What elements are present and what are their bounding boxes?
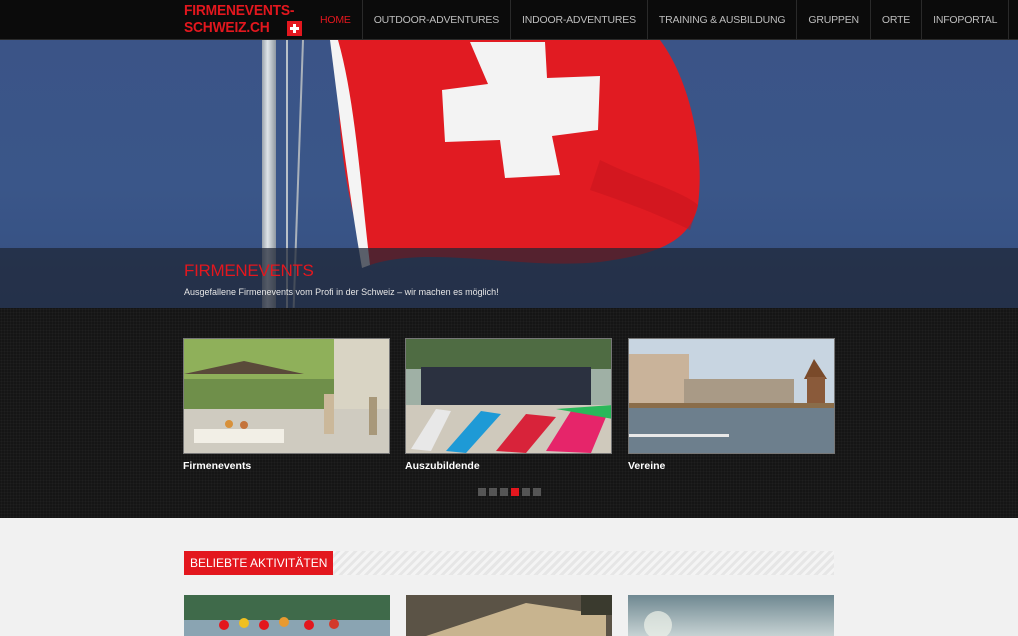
nav-item-indoor-adventures[interactable]: Indoor-Adventures (511, 0, 648, 40)
slider-card-label[interactable]: Auszubildende (405, 460, 612, 472)
firmenevents-photo[interactable] (183, 338, 390, 454)
slider-card-vereine[interactable]: Vereine (628, 338, 835, 472)
slider-card-label[interactable]: Vereine (628, 460, 835, 472)
auszubildende-photo[interactable] (405, 338, 612, 454)
main-menu: Home Outdoor-Adventures Indoor-Adventure… (309, 0, 1010, 40)
popular-activities-section: Beliebte Aktivitäten (0, 518, 1018, 636)
hero-caption: FIRMENEVENTS Ausgefallene Firmenevents v… (0, 248, 1018, 308)
logo-line-1: FIRMENEVENTS- (184, 2, 295, 19)
slider-pagination (478, 488, 541, 496)
nav-item-home[interactable]: Home (309, 0, 363, 40)
swiss-flag-icon (287, 21, 302, 36)
slider-card-auszubildende[interactable]: Auszubildende (405, 338, 612, 472)
slider-dot-1[interactable] (478, 488, 486, 496)
activity-thumbnail-raft-building[interactable] (406, 595, 612, 636)
slider-dot-5[interactable] (522, 488, 530, 496)
site-logo[interactable]: FIRMENEVENTS- SCHWEIZ.CH (184, 2, 306, 38)
top-navigation-bar: FIRMENEVENTS- SCHWEIZ.CH Home Outdoor-Ad… (0, 0, 1018, 40)
category-slider: Firmenevents Auszubildende Vereine (0, 308, 1018, 518)
slider-card-label[interactable]: Firmenevents (183, 460, 390, 472)
activity-thumbnail-rafting[interactable] (184, 595, 390, 636)
section-heading: Beliebte Aktivitäten (184, 551, 334, 575)
section-heading-bar: Beliebte Aktivitäten (184, 551, 834, 575)
activity-thumbnail-lake[interactable] (628, 595, 834, 636)
nav-item-orte[interactable]: Orte (871, 0, 923, 40)
slider-dot-4-active[interactable] (511, 488, 519, 496)
nav-item-infoportal[interactable]: Infoportal (922, 0, 1010, 40)
hero-subtitle: Ausgefallene Firmenevents vom Profi in d… (184, 287, 499, 297)
slider-dot-2[interactable] (489, 488, 497, 496)
slider-card-firmenevents[interactable]: Firmenevents (183, 338, 390, 472)
slider-dot-6[interactable] (533, 488, 541, 496)
hero-banner: FIRMENEVENTS Ausgefallene Firmenevents v… (0, 40, 1018, 308)
vereine-photo[interactable] (628, 338, 835, 454)
nav-item-outdoor-adventures[interactable]: Outdoor-Adventures (363, 0, 512, 40)
slider-dot-3[interactable] (500, 488, 508, 496)
nav-item-gruppen[interactable]: Gruppen (797, 0, 871, 40)
hero-title: FIRMENEVENTS (184, 261, 314, 280)
nav-item-training-ausbildung[interactable]: Training & Ausbildung (648, 0, 798, 40)
logo-line-2: SCHWEIZ.CH (184, 19, 270, 36)
